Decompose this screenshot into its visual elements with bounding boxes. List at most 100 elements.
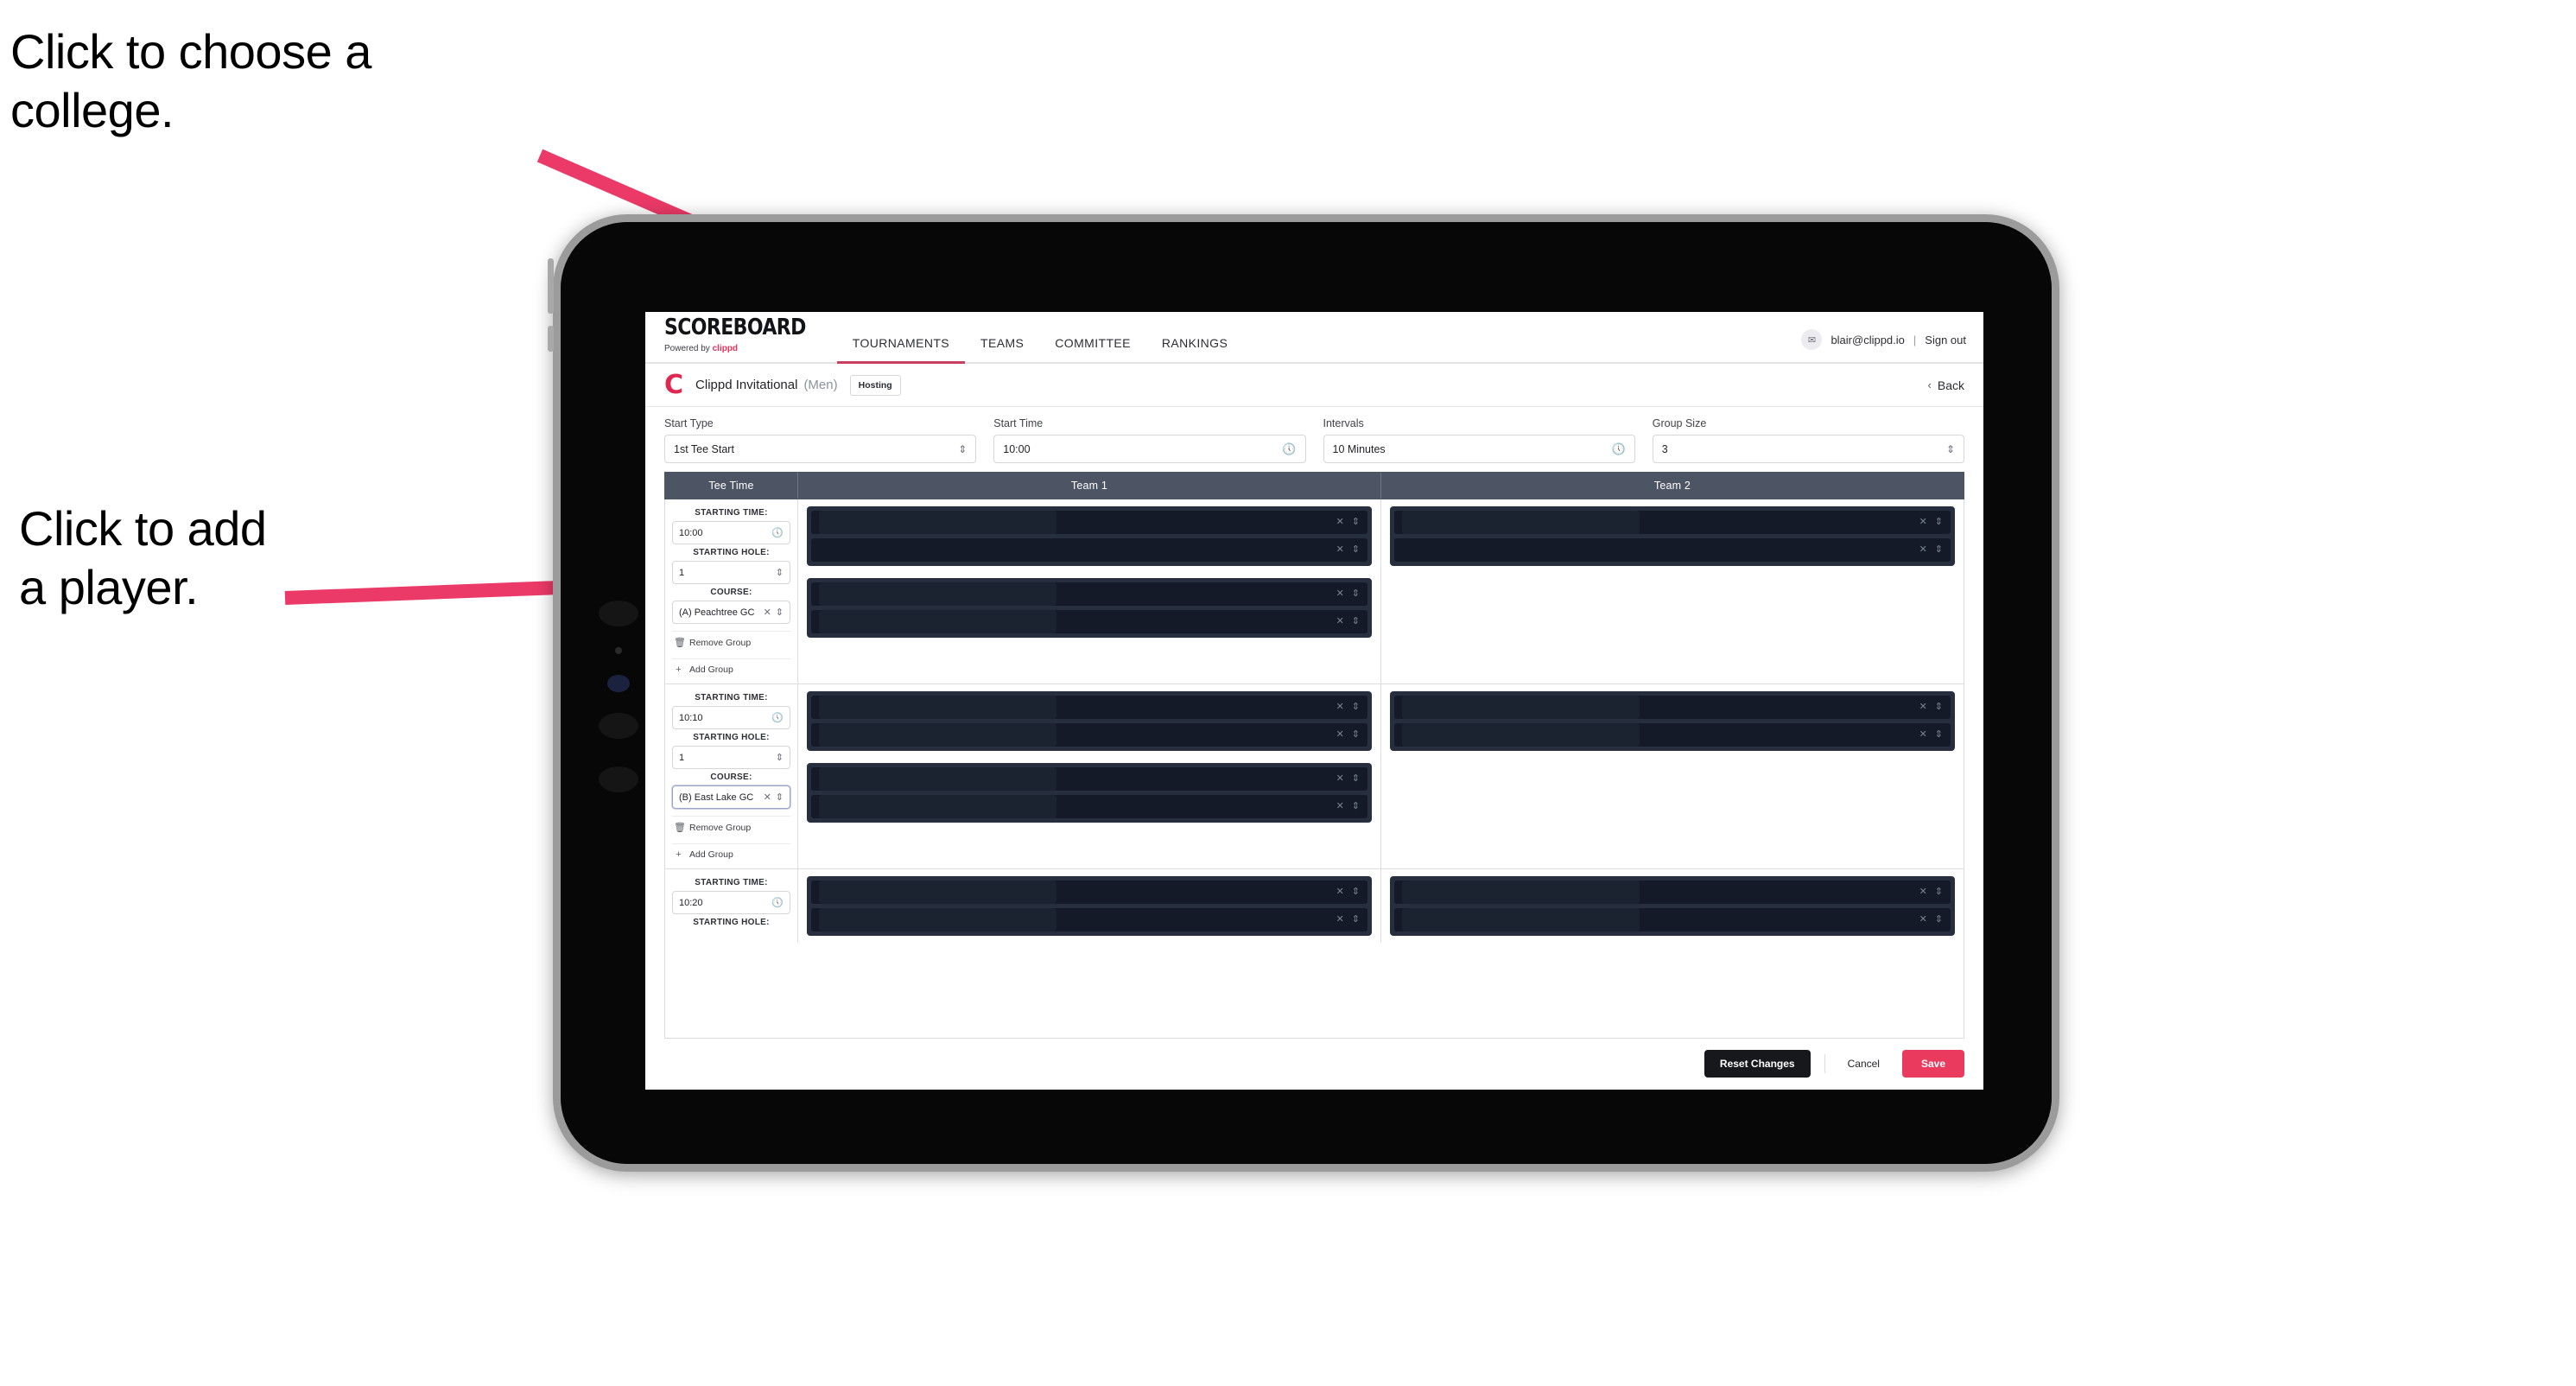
chevron-updown-icon: ⇕ xyxy=(1351,702,1360,712)
start-time-input[interactable]: 10:00 🕔 xyxy=(993,435,1306,463)
starting-time-value: 10:00 xyxy=(679,527,703,538)
remove-group-label: Remove Group xyxy=(689,822,752,833)
cancel-button[interactable]: Cancel xyxy=(1839,1050,1888,1078)
player-group: ✕ ⇕ ✕ ⇕ xyxy=(807,763,1372,823)
chevron-updown-icon: ⇕ xyxy=(1351,588,1360,599)
x-icon[interactable]: ✕ xyxy=(1919,703,1927,712)
field-group-size: Group Size 3 ⇕ xyxy=(1652,417,1964,463)
starting-time-input[interactable]: 10:20 🕔 xyxy=(672,891,790,914)
x-icon[interactable]: ✕ xyxy=(1919,887,1927,897)
reset-changes-button[interactable]: Reset Changes xyxy=(1704,1050,1811,1078)
nav-item-teams[interactable]: TEAMS xyxy=(965,336,1039,362)
player-name-placeholder xyxy=(819,908,1057,931)
sign-out-link[interactable]: Sign out xyxy=(1925,334,1966,346)
player-slot[interactable]: ✕ ⇕ xyxy=(811,538,1367,562)
scoreboard-logo[interactable]: SCOREBOARD Powered by clippd xyxy=(664,316,806,362)
player-group: ✕ ⇕ ✕ ⇕ xyxy=(1390,506,1955,566)
player-slot[interactable]: ✕ ⇕ xyxy=(811,767,1367,791)
x-icon[interactable]: ✕ xyxy=(1336,545,1344,555)
starting-time-input[interactable]: 10:00 🕔 xyxy=(672,521,790,544)
nav-item-committee[interactable]: COMMITTEE xyxy=(1039,336,1146,362)
x-icon[interactable]: ✕ xyxy=(1336,887,1344,897)
x-icon[interactable]: ✕ xyxy=(1336,802,1344,811)
course-value: (A) Peachtree GC xyxy=(679,607,755,618)
player-slot[interactable]: ✕ ⇕ xyxy=(1394,723,1951,747)
group-size-stepper[interactable]: 3 ⇕ xyxy=(1652,435,1964,463)
course-value: (B) East Lake GC xyxy=(679,792,754,803)
nav-item-tournaments[interactable]: TOURNAMENTS xyxy=(836,336,966,364)
table-row: STARTING TIME: 10:20 🕔 STARTING HOLE: ✕ ⇕ xyxy=(665,869,1964,943)
player-group: ✕ ⇕ ✕ ⇕ xyxy=(807,876,1372,936)
player-slot[interactable]: ✕ ⇕ xyxy=(1394,696,1951,719)
x-icon[interactable]: ✕ xyxy=(1336,915,1344,925)
intervals-input[interactable]: 10 Minutes 🕔 xyxy=(1323,435,1635,463)
nav-item-rankings[interactable]: RANKINGS xyxy=(1146,336,1243,362)
table-row: STARTING TIME: 10:00 🕔 STARTING HOLE: 1 … xyxy=(665,499,1964,684)
player-slot[interactable]: ✕ ⇕ xyxy=(811,696,1367,719)
x-icon[interactable]: ✕ xyxy=(764,607,771,618)
label-course: COURSE: xyxy=(710,772,752,782)
remove-group-button[interactable]: 🗑 Remove Group xyxy=(672,631,790,653)
x-icon[interactable]: ✕ xyxy=(1919,545,1927,555)
player-slot[interactable]: ✕ ⇕ xyxy=(811,610,1367,633)
player-slot[interactable]: ✕ ⇕ xyxy=(811,582,1367,606)
course-select[interactable]: (B) East Lake GC ✕ ⇕ xyxy=(672,785,790,809)
starting-hole-stepper[interactable]: 1 ⇕ xyxy=(672,746,790,769)
start-type-value: 1st Tee Start xyxy=(674,442,734,455)
x-icon[interactable]: ✕ xyxy=(1919,518,1927,527)
player-slot[interactable]: ✕ ⇕ xyxy=(811,723,1367,747)
player-slot[interactable]: ✕ ⇕ xyxy=(811,881,1367,904)
back-button[interactable]: ‹ Back xyxy=(1928,378,1964,392)
start-type-select[interactable]: 1st Tee Start ⇕ xyxy=(664,435,977,463)
x-icon[interactable]: ✕ xyxy=(1336,617,1344,626)
player-slot[interactable]: ✕ ⇕ xyxy=(1394,511,1951,534)
player-name-placeholder xyxy=(1402,881,1640,904)
x-icon[interactable]: ✕ xyxy=(1336,730,1344,740)
device-speaker-hole-2 xyxy=(599,713,638,739)
chevron-updown-icon: ⇕ xyxy=(1351,914,1360,925)
table-body: STARTING TIME: 10:00 🕔 STARTING HOLE: 1 … xyxy=(664,499,1964,1039)
add-group-button[interactable]: + Add Group xyxy=(672,843,790,865)
x-icon[interactable]: ✕ xyxy=(764,792,771,803)
player-name-placeholder xyxy=(1402,511,1640,534)
tee-time-cell: STARTING TIME: 10:20 🕔 STARTING HOLE: xyxy=(665,869,798,943)
player-name-placeholder xyxy=(1402,696,1640,719)
clock-icon: 🕔 xyxy=(771,528,784,538)
x-icon[interactable]: ✕ xyxy=(1336,774,1344,784)
tablet-screen-bezel: SCOREBOARD Powered by clippd TOURNAMENTS… xyxy=(561,222,2052,1164)
x-icon[interactable]: ✕ xyxy=(1919,915,1927,925)
starting-hole-stepper[interactable]: 1 ⇕ xyxy=(672,561,790,584)
remove-group-button[interactable]: 🗑 Remove Group xyxy=(672,816,790,838)
tee-time-cell: STARTING TIME: 10:10 🕔 STARTING HOLE: 1 … xyxy=(665,684,798,868)
player-slot[interactable]: ✕ ⇕ xyxy=(811,511,1367,534)
status-badge: Hosting xyxy=(849,374,901,396)
player-slot[interactable]: ✕ ⇕ xyxy=(1394,881,1951,904)
avatar[interactable]: ✉ xyxy=(1801,329,1823,350)
chevron-left-icon: ‹ xyxy=(1927,378,1932,391)
chevron-updown-icon: ⇕ xyxy=(1934,729,1943,740)
device-volume-button xyxy=(548,258,554,314)
player-name-placeholder xyxy=(819,795,1057,818)
player-name-placeholder xyxy=(819,767,1057,791)
footer-actions: Reset Changes Cancel Save xyxy=(645,1039,1983,1090)
label-group-size: Group Size xyxy=(1652,417,1707,429)
course-select[interactable]: (A) Peachtree GC ✕ ⇕ xyxy=(672,601,790,624)
add-group-button[interactable]: + Add Group xyxy=(672,658,790,680)
starting-time-value: 10:20 xyxy=(679,897,703,908)
player-slot[interactable]: ✕ ⇕ xyxy=(1394,538,1951,562)
player-name-placeholder xyxy=(819,696,1057,719)
x-icon[interactable]: ✕ xyxy=(1336,589,1344,599)
x-icon[interactable]: ✕ xyxy=(1919,730,1927,740)
x-icon[interactable]: ✕ xyxy=(1336,518,1344,527)
player-slot[interactable]: ✕ ⇕ xyxy=(1394,908,1951,931)
player-slot[interactable]: ✕ ⇕ xyxy=(811,795,1367,818)
chevron-updown-icon: ⇕ xyxy=(775,568,784,578)
save-button[interactable]: Save xyxy=(1901,1050,1964,1078)
device-sensor-dot xyxy=(615,647,622,654)
x-icon[interactable]: ✕ xyxy=(1336,703,1344,712)
account-area: ✉ blair@clippd.io | Sign out xyxy=(1801,329,1983,362)
add-group-label: Add Group xyxy=(689,664,733,675)
starting-time-input[interactable]: 10:10 🕔 xyxy=(672,706,790,729)
player-slot[interactable]: ✕ ⇕ xyxy=(811,908,1367,931)
starting-time-value: 10:10 xyxy=(679,712,703,723)
